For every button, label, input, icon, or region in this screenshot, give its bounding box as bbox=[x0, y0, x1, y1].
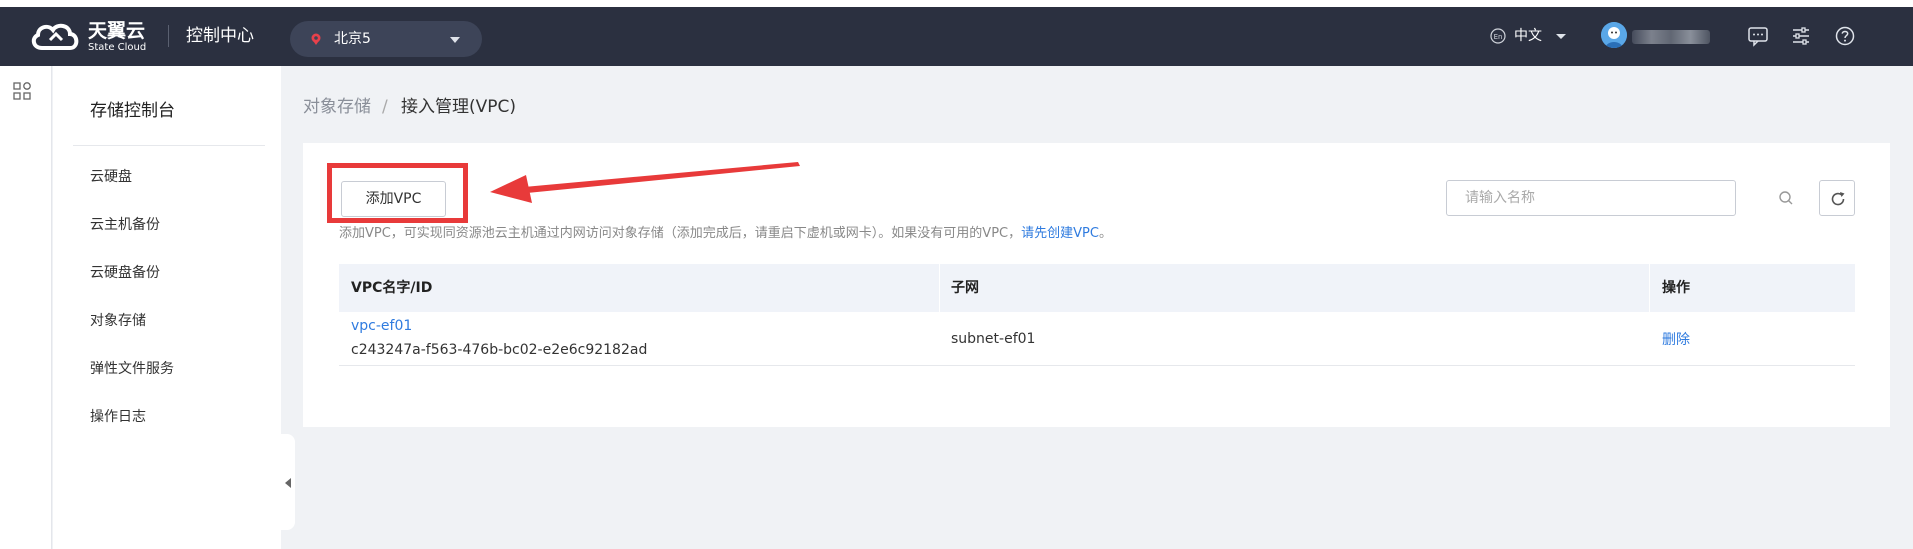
breadcrumb-current: 接入管理(VPC) bbox=[401, 97, 517, 117]
username-redacted[interactable] bbox=[1632, 30, 1710, 44]
column-divider bbox=[1649, 264, 1650, 312]
sidebar-divider bbox=[73, 145, 265, 146]
vpc-id: c243247a-f563-476b-bc02-e2e6c92182ad bbox=[351, 342, 648, 358]
hint-end: 。 bbox=[1098, 226, 1112, 241]
logo-text: 天翼云 bbox=[88, 20, 146, 42]
avatar-icon bbox=[1601, 22, 1627, 48]
hint-text: 添加VPC，可实现同资源池云主机通过内网访问对象存储（添加完成后，请重启下虚机或… bbox=[339, 226, 1022, 241]
annotation-arrow-icon bbox=[490, 162, 800, 203]
sidebar-item-operation-log[interactable]: 操作日志 bbox=[90, 408, 146, 426]
topbar-divider bbox=[168, 25, 169, 47]
help-icon[interactable] bbox=[1834, 25, 1856, 47]
breadcrumb-parent[interactable]: 对象存储 bbox=[303, 96, 371, 118]
chevron-left-icon bbox=[285, 478, 291, 488]
vpc-name-link[interactable]: vpc-ef01 bbox=[351, 317, 412, 335]
console-title[interactable]: 控制中心 bbox=[186, 26, 254, 46]
column-header-vpc: VPC名字/ID bbox=[351, 280, 433, 296]
message-icon[interactable] bbox=[1747, 25, 1769, 47]
add-vpc-hint: 添加VPC，可实现同资源池云主机通过内网访问对象存储（添加完成后，请重启下虚机或… bbox=[339, 225, 1112, 243]
sidebar-item-cloud-disk[interactable]: 云硬盘 bbox=[90, 168, 132, 186]
delete-link[interactable]: 删除 bbox=[1662, 331, 1690, 349]
apps-grid-icon[interactable] bbox=[13, 82, 31, 100]
cloud-logo-icon[interactable] bbox=[28, 20, 82, 52]
location-pin-icon bbox=[311, 33, 321, 45]
language-icon-text: En bbox=[1494, 33, 1503, 41]
column-divider bbox=[939, 264, 940, 312]
chevron-down-icon bbox=[1556, 34, 1566, 39]
breadcrumb-separator: / bbox=[382, 97, 388, 117]
search-icon[interactable] bbox=[1778, 190, 1794, 206]
sidebar-item-disk-backup[interactable]: 云硬盘备份 bbox=[90, 264, 160, 282]
region-label: 北京5 bbox=[334, 31, 371, 47]
logo-subtitle: State Cloud bbox=[88, 42, 147, 53]
column-header-actions: 操作 bbox=[1662, 280, 1690, 296]
product-rail bbox=[0, 66, 52, 549]
table-row: vpc-ef01 c243247a-f563-476b-bc02-e2e6c92… bbox=[339, 312, 1855, 366]
region-selector[interactable]: 北京5 bbox=[290, 21, 482, 57]
sidebar-item-object-storage[interactable]: 对象存储 bbox=[90, 312, 146, 330]
refresh-button[interactable] bbox=[1819, 180, 1855, 216]
column-header-subnet: 子网 bbox=[951, 280, 979, 296]
annotation-highlight-box bbox=[327, 163, 468, 223]
sliders-icon[interactable] bbox=[1790, 25, 1812, 47]
refresh-icon bbox=[1831, 192, 1845, 206]
sidebar-item-file-service[interactable]: 弹性文件服务 bbox=[90, 360, 174, 378]
avatar[interactable] bbox=[1601, 22, 1627, 48]
language-icon: En bbox=[1490, 28, 1506, 44]
subnet-value: subnet-ef01 bbox=[951, 331, 1036, 347]
language-label: 中文 bbox=[1514, 28, 1542, 44]
sidebar-title: 存储控制台 bbox=[90, 101, 175, 121]
create-vpc-link[interactable]: 请先创建VPC bbox=[1021, 226, 1099, 241]
sidebar: 存储控制台 云硬盘 云主机备份 云硬盘备份 对象存储 弹性文件服务 操作日志 bbox=[53, 66, 281, 549]
top-edge-strip bbox=[0, 0, 1913, 7]
chevron-down-icon bbox=[450, 37, 460, 43]
sidebar-item-host-backup[interactable]: 云主机备份 bbox=[90, 216, 160, 234]
search-input[interactable] bbox=[1446, 180, 1736, 216]
table-header: VPC名字/ID 子网 操作 bbox=[339, 264, 1855, 312]
